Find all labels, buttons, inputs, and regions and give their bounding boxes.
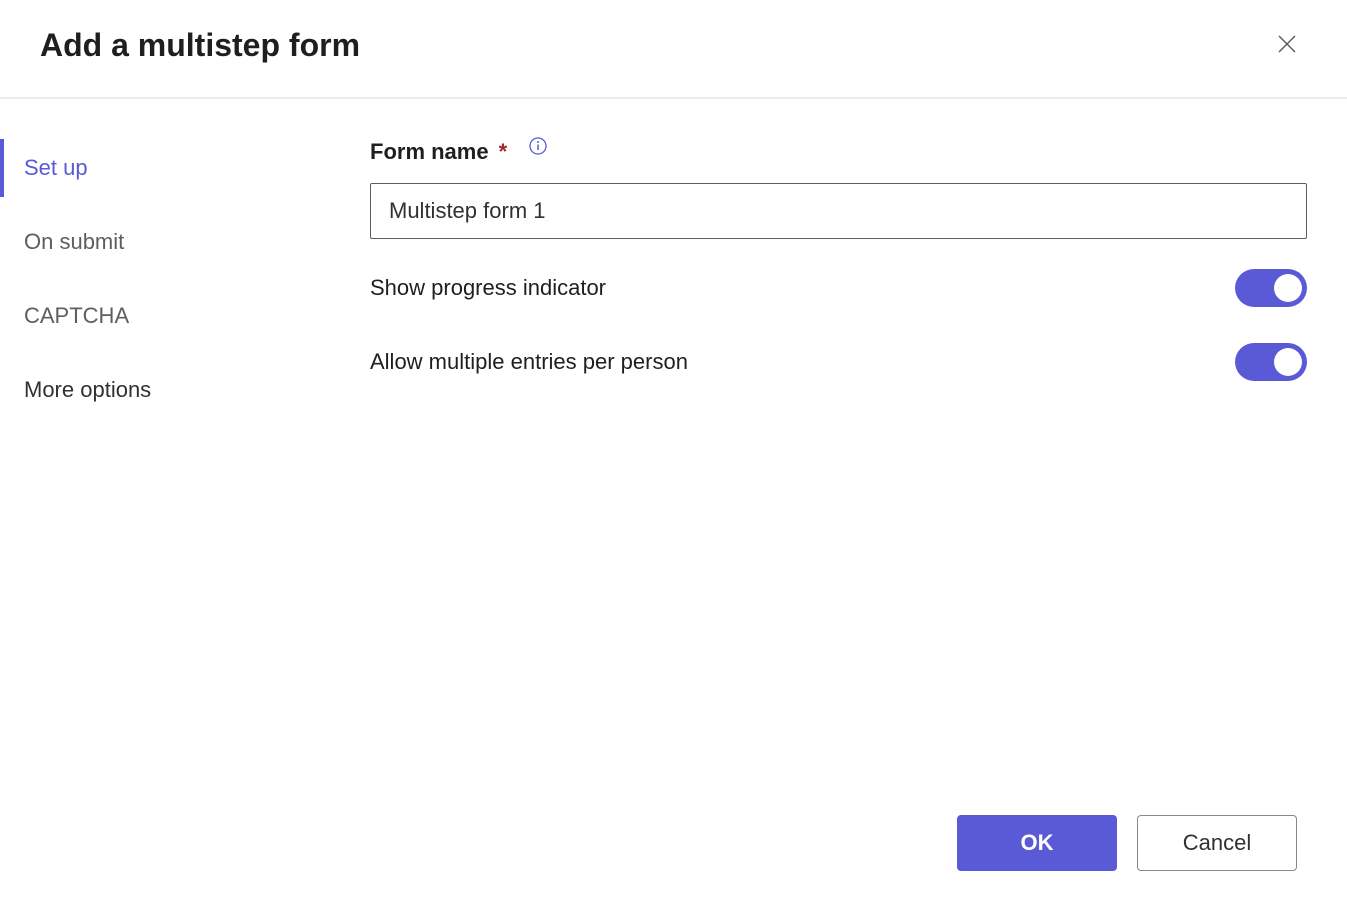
- progress-indicator-row: Show progress indicator: [370, 269, 1307, 307]
- close-button[interactable]: [1267, 24, 1307, 67]
- info-icon[interactable]: [529, 137, 547, 155]
- sidebar: Set up On submit CAPTCHA More options: [0, 99, 360, 800]
- ok-button[interactable]: OK: [957, 815, 1117, 871]
- progress-indicator-label: Show progress indicator: [370, 275, 606, 301]
- sidebar-item-label: Set up: [24, 155, 88, 180]
- required-indicator: *: [499, 139, 508, 165]
- dialog-header: Add a multistep form: [0, 0, 1347, 99]
- sidebar-item-more-options[interactable]: More options: [0, 361, 360, 419]
- dialog-body: Set up On submit CAPTCHA More options Fo…: [0, 99, 1347, 800]
- sidebar-item-label: CAPTCHA: [24, 303, 129, 328]
- sidebar-item-label: More options: [24, 377, 151, 402]
- multiple-entries-label: Allow multiple entries per person: [370, 349, 688, 375]
- form-name-field: Form name *: [370, 139, 1307, 239]
- multiple-entries-row: Allow multiple entries per person: [370, 343, 1307, 381]
- dialog-footer: OK Cancel: [957, 815, 1297, 871]
- sidebar-item-on-submit[interactable]: On submit: [0, 213, 360, 271]
- form-name-input[interactable]: [370, 183, 1307, 239]
- multiple-entries-toggle[interactable]: [1235, 343, 1307, 381]
- main-panel: Form name * Show progress indicator Allo…: [360, 99, 1347, 800]
- form-name-label: Form name: [370, 139, 489, 165]
- sidebar-item-label: On submit: [24, 229, 124, 254]
- sidebar-item-captcha[interactable]: CAPTCHA: [0, 287, 360, 345]
- toggle-handle: [1274, 348, 1302, 376]
- progress-indicator-toggle[interactable]: [1235, 269, 1307, 307]
- toggle-handle: [1274, 274, 1302, 302]
- form-name-label-row: Form name *: [370, 139, 1307, 165]
- cancel-button[interactable]: Cancel: [1137, 815, 1297, 871]
- sidebar-item-setup[interactable]: Set up: [0, 139, 360, 197]
- close-icon: [1275, 32, 1299, 59]
- dialog-title: Add a multistep form: [40, 27, 360, 64]
